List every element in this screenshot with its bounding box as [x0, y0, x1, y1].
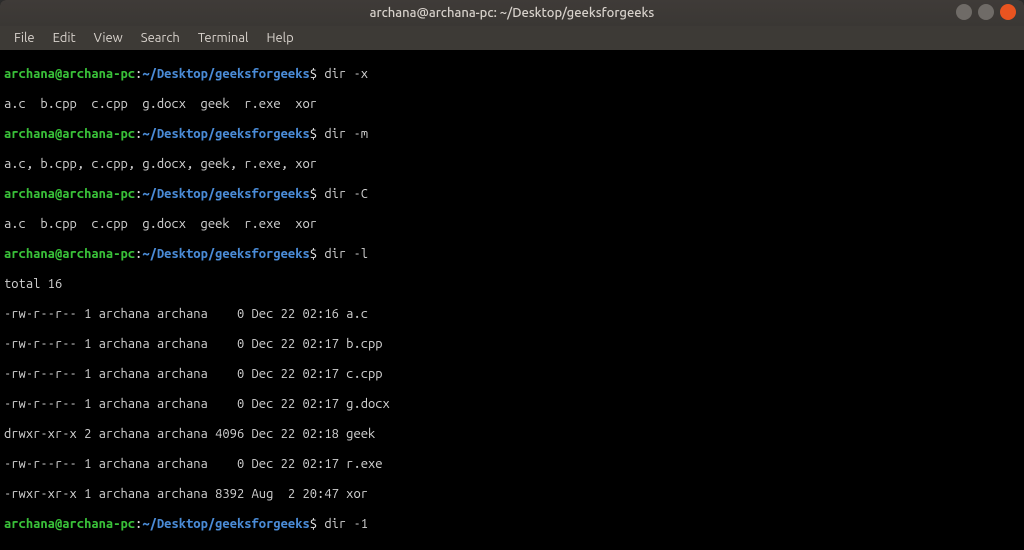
prompt-path: ~/Desktop/geeksforgeeks [142, 247, 309, 261]
output-4-line: -rwxr-xr-x 1 archana archana 8392 Aug 2 … [4, 487, 1020, 502]
command-5: dir -1 [317, 517, 368, 531]
output-4-line: total 16 [4, 277, 1020, 292]
output-4-line: -rw-r--r-- 1 archana archana 0 Dec 22 02… [4, 337, 1020, 352]
menu-help[interactable]: Help [258, 29, 301, 47]
menu-edit[interactable]: Edit [45, 29, 84, 47]
command-1: dir -x [317, 67, 368, 81]
menu-file[interactable]: File [6, 29, 43, 47]
prompt-dollar: $ [310, 517, 317, 531]
window-title: archana@archana-pc: ~/Desktop/geeksforge… [370, 6, 655, 20]
output-1: a.c b.cpp c.cpp g.docx geek r.exe xor [4, 97, 1020, 112]
output-4-line: -rw-r--r-- 1 archana archana 0 Dec 22 02… [4, 397, 1020, 412]
maximize-icon[interactable] [978, 4, 994, 20]
command-2: dir -m [317, 127, 368, 141]
prompt-user: archana@archana-pc [4, 247, 135, 261]
prompt-dollar: $ [310, 187, 317, 201]
menu-terminal[interactable]: Terminal [190, 29, 257, 47]
output-4-line: drwxr-xr-x 2 archana archana 4096 Dec 22… [4, 427, 1020, 442]
menu-search[interactable]: Search [133, 29, 188, 47]
menubar: File Edit View Search Terminal Help [0, 26, 1024, 50]
prompt-user: archana@archana-pc [4, 187, 135, 201]
prompt-path: ~/Desktop/geeksforgeeks [142, 517, 309, 531]
prompt-path: ~/Desktop/geeksforgeeks [142, 127, 309, 141]
prompt-dollar: $ [310, 247, 317, 261]
menu-view[interactable]: View [86, 29, 131, 47]
terminal-window: archana@archana-pc: ~/Desktop/geeksforge… [0, 0, 1024, 550]
prompt-user: archana@archana-pc [4, 67, 135, 81]
output-2: a.c, b.cpp, c.cpp, g.docx, geek, r.exe, … [4, 157, 1020, 172]
prompt-dollar: $ [310, 127, 317, 141]
command-3: dir -C [317, 187, 368, 201]
prompt-dollar: $ [310, 67, 317, 81]
output-4-line: -rw-r--r-- 1 archana archana 0 Dec 22 02… [4, 307, 1020, 322]
command-4: dir -l [317, 247, 368, 261]
prompt-user: archana@archana-pc [4, 127, 135, 141]
prompt-user: archana@archana-pc [4, 517, 135, 531]
prompt-path: ~/Desktop/geeksforgeeks [142, 67, 309, 81]
prompt-path: ~/Desktop/geeksforgeeks [142, 187, 309, 201]
terminal-output[interactable]: archana@archana-pc:~/Desktop/geeksforgee… [0, 50, 1024, 550]
minimize-icon[interactable] [956, 4, 972, 20]
output-4-line: -rw-r--r-- 1 archana archana 0 Dec 22 02… [4, 457, 1020, 472]
output-3: a.c b.cpp c.cpp g.docx geek r.exe xor [4, 217, 1020, 232]
window-controls [956, 4, 1016, 20]
output-4-line: -rw-r--r-- 1 archana archana 0 Dec 22 02… [4, 367, 1020, 382]
close-icon[interactable] [1000, 4, 1016, 20]
titlebar[interactable]: archana@archana-pc: ~/Desktop/geeksforge… [0, 0, 1024, 26]
